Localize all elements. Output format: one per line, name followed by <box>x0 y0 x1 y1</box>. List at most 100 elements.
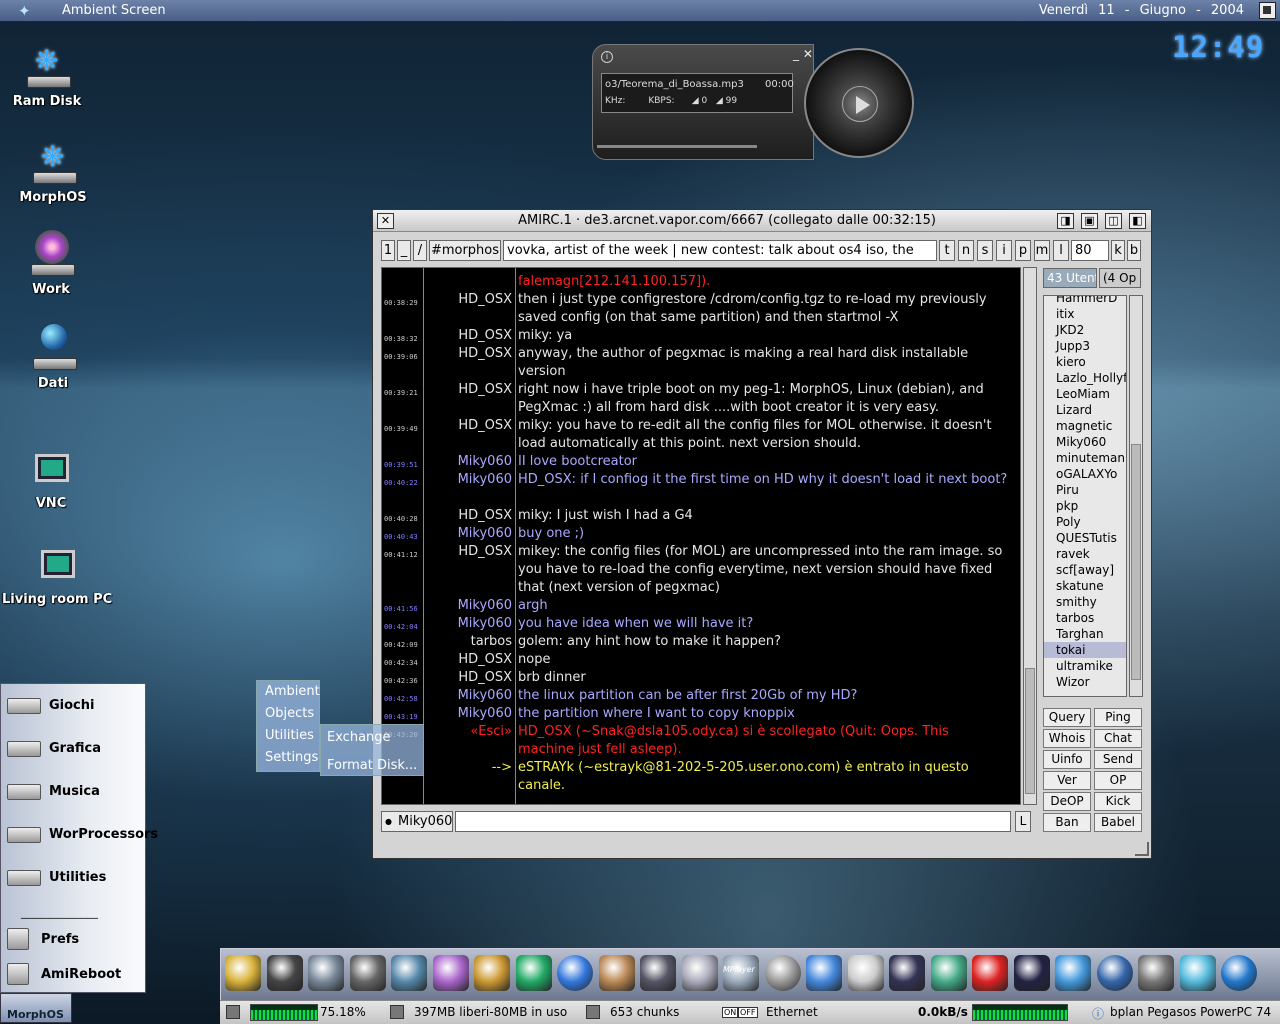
user-list-item[interactable]: JKD2 <box>1044 322 1126 338</box>
chat-nick[interactable]: HD_OSX <box>424 327 512 345</box>
desktop-icon-dati[interactable]: Dati <box>0 322 108 391</box>
chat-nick[interactable]: HD_OSX <box>424 669 512 687</box>
chat-nick[interactable]: tarbos <box>424 633 512 651</box>
user-list-item[interactable]: scf[away] <box>1044 562 1126 578</box>
chat-nick[interactable]: HD_OSX <box>424 543 512 561</box>
log-button[interactable]: L <box>1015 811 1031 832</box>
minimize-button[interactable]: _ <box>397 240 411 261</box>
info-icon[interactable] <box>557 955 593 991</box>
nick-button[interactable]: Miky060 <box>381 811 453 832</box>
chat-log[interactable]: falemagn[212.141.100.157]). 00:38:29 HD_OS… <box>381 267 1021 805</box>
ver-button[interactable]: Ver <box>1043 771 1091 790</box>
mode-s-button[interactable]: s <box>977 240 993 261</box>
chat-nick[interactable]: HD_OSX <box>424 651 512 669</box>
user-list-item[interactable]: ravek <box>1044 546 1126 562</box>
op-button[interactable]: OP <box>1094 771 1142 790</box>
user-list-item[interactable]: skatune <box>1044 578 1126 594</box>
query-button[interactable]: Query <box>1043 708 1091 727</box>
user-list-item[interactable]: Jupp3 <box>1044 338 1126 354</box>
user-list-item[interactable]: kiero <box>1044 354 1126 370</box>
user-list-item[interactable]: smithy <box>1044 594 1126 610</box>
snapshot-icon[interactable]: ▣ <box>1081 213 1098 229</box>
user-list-item[interactable]: Piru <box>1044 482 1126 498</box>
close-icon[interactable]: ✕ <box>377 213 394 229</box>
butterfly-icon[interactable]: ✦ <box>18 2 40 20</box>
chip-icon[interactable] <box>474 955 510 991</box>
mode-b-button[interactable]: b <box>1127 240 1141 261</box>
chat-nick[interactable]: Miky060 <box>424 597 512 615</box>
mode-i-button[interactable]: i <box>996 240 1012 261</box>
ping-button[interactable]: Ping <box>1094 708 1142 727</box>
user-list-item[interactable]: Lizard <box>1044 402 1126 418</box>
topic-field[interactable]: vovka, artist of the week | new contest:… <box>503 240 937 261</box>
tab-ops[interactable]: (4 Op <box>1099 268 1141 288</box>
photo-icon[interactable] <box>391 955 427 991</box>
satellite-icon[interactable] <box>308 955 344 991</box>
paint-icon[interactable] <box>930 955 967 991</box>
chat-nick[interactable]: Miky060 <box>424 705 512 723</box>
user-list-item[interactable]: Lazlo_Hollyf <box>1044 370 1126 386</box>
desktop-icon-living-room-pc[interactable]: Living room PC <box>2 538 112 607</box>
start-item-amireboot[interactable]: AmiReboot <box>7 961 145 991</box>
desktop-icon-ram-disk[interactable]: ❋ Ram Disk <box>0 40 102 109</box>
user-list-item[interactable]: magnetic <box>1044 418 1126 434</box>
globe-icon[interactable] <box>1221 955 1257 991</box>
chat-nick[interactable]: HD_OSX <box>424 291 512 309</box>
seek-slider[interactable] <box>597 145 757 148</box>
resize-handle[interactable] <box>1135 842 1149 856</box>
chat-nick[interactable]: Miky060 <box>424 687 512 705</box>
eye-icon[interactable] <box>432 955 469 991</box>
desktop-icon-vnc[interactable]: VNC <box>0 442 106 511</box>
user-list-item[interactable]: tokai <box>1044 642 1126 658</box>
info-icon[interactable]: i <box>601 51 613 63</box>
net-off-toggle[interactable]: OFF <box>738 1007 758 1018</box>
send-button[interactable]: Send <box>1094 750 1142 769</box>
chat-nick[interactable]: «Esci» <box>424 723 512 741</box>
mail-icon[interactable] <box>1179 955 1216 991</box>
tv-icon[interactable] <box>266 955 303 991</box>
message-input[interactable] <box>455 811 1011 832</box>
uinfo-button[interactable]: Uinfo <box>1043 750 1091 769</box>
mode-n-button[interactable]: n <box>958 240 974 261</box>
music-note-icon[interactable] <box>806 955 842 991</box>
user-list-item[interactable]: tarbos <box>1044 610 1126 626</box>
kick-button[interactable]: Kick <box>1094 792 1142 811</box>
user-list-item[interactable]: Poly <box>1044 514 1126 530</box>
close-icon[interactable]: _ ✕ <box>793 47 813 61</box>
menu-item-objects[interactable]: Objects <box>265 706 314 721</box>
chat-nick[interactable]: Miky060 <box>424 615 512 633</box>
chat-scrollbar[interactable] <box>1023 267 1037 805</box>
zoom-icon[interactable]: ◫ <box>1105 213 1122 229</box>
camera-icon[interactable] <box>349 955 386 991</box>
ban-button[interactable]: Ban <box>1043 813 1091 832</box>
whois-button[interactable]: Whois <box>1043 729 1091 748</box>
user-list-item[interactable]: Targhan <box>1044 626 1126 642</box>
tab-users[interactable]: 43 Utenti <box>1043 268 1097 288</box>
dvd-icon[interactable] <box>764 955 801 991</box>
mode-m-button[interactable]: m <box>1034 240 1050 261</box>
menu-item-settings[interactable]: Settings <box>265 750 318 765</box>
start-button[interactable]: MorphOS <box>0 993 72 1023</box>
net-on-toggle[interactable]: ON <box>722 1007 739 1018</box>
fish-icon[interactable] <box>1055 955 1091 991</box>
user-list-item[interactable]: Wizor <box>1044 674 1126 690</box>
mode-p-button[interactable]: p <box>1015 240 1031 261</box>
desktop-icon-morphos[interactable]: ❋ MorphOS <box>0 136 108 205</box>
screen-depth-icon[interactable] <box>1259 2 1276 19</box>
mode-t-button[interactable]: t <box>939 240 955 261</box>
chat-nick[interactable]: HD_OSX <box>424 381 512 399</box>
chat-nick[interactable]: Miky060 <box>424 453 512 471</box>
user-list-item[interactable]: QUESTutis <box>1044 530 1126 546</box>
monitor-icon[interactable] <box>515 955 552 991</box>
start-item-musica[interactable]: Musica <box>7 778 145 808</box>
calculator-icon[interactable] <box>640 955 676 991</box>
face-icon[interactable] <box>598 955 635 991</box>
chat-nick[interactable]: --> <box>424 759 512 777</box>
channel-name-button[interactable]: #morphos <box>429 240 501 261</box>
drive-icon[interactable] <box>681 955 718 991</box>
mplayer-icon[interactable]: MPlayer <box>723 955 759 991</box>
start-item-giochi[interactable]: Giochi <box>7 692 145 722</box>
pdf-icon[interactable] <box>972 955 1008 991</box>
start-item-worprocessors[interactable]: WorProcessors <box>7 821 158 851</box>
chat-nick[interactable]: HD_OSX <box>424 417 512 435</box>
